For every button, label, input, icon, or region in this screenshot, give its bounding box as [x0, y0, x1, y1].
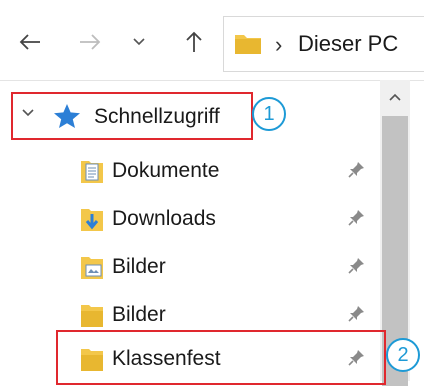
documents-folder-icon: [81, 161, 103, 183]
pictures-folder-icon: [81, 257, 103, 279]
chevron-down-icon: [133, 38, 145, 46]
up-button[interactable]: [180, 28, 208, 56]
tree-item-documents[interactable]: Dokumente: [0, 148, 380, 192]
recent-locations-button[interactable]: [128, 28, 150, 56]
forward-arrow-icon: [80, 34, 101, 50]
back-arrow-icon: [19, 34, 40, 50]
back-button[interactable]: [16, 28, 44, 56]
up-arrow-icon: [186, 31, 202, 52]
downloads-folder-icon: [81, 209, 103, 231]
tree-item-label: Dokumente: [112, 159, 220, 182]
tree-item-downloads[interactable]: Downloads: [0, 196, 380, 240]
address-location[interactable]: Dieser PC: [298, 31, 398, 57]
callout-badge-2: 2: [386, 338, 420, 372]
chevron-up-icon: [389, 93, 401, 101]
highlight-box-quick-access: [11, 92, 253, 140]
address-bar[interactable]: › Dieser PC: [223, 16, 424, 72]
tree-item-pictures[interactable]: Bilder: [0, 244, 380, 288]
folder-icon: [81, 305, 103, 327]
scroll-up-button[interactable]: [380, 80, 410, 114]
tree-item-label: Downloads: [112, 207, 216, 230]
breadcrumb-separator-icon: ›: [275, 32, 283, 57]
tree-item-label: Bilder: [112, 255, 166, 278]
forward-button[interactable]: [76, 28, 104, 56]
tree-item-label: Bilder: [112, 303, 166, 326]
pin-icon[interactable]: [348, 304, 366, 322]
folder-icon: [235, 35, 261, 54]
pin-icon[interactable]: [348, 256, 366, 274]
callout-badge-1: 1: [252, 97, 286, 131]
pin-icon[interactable]: [348, 208, 366, 226]
pin-icon[interactable]: [348, 160, 366, 178]
highlight-box-klassenfest: [56, 330, 386, 385]
navigation-toolbar: › Dieser PC: [0, 0, 424, 81]
